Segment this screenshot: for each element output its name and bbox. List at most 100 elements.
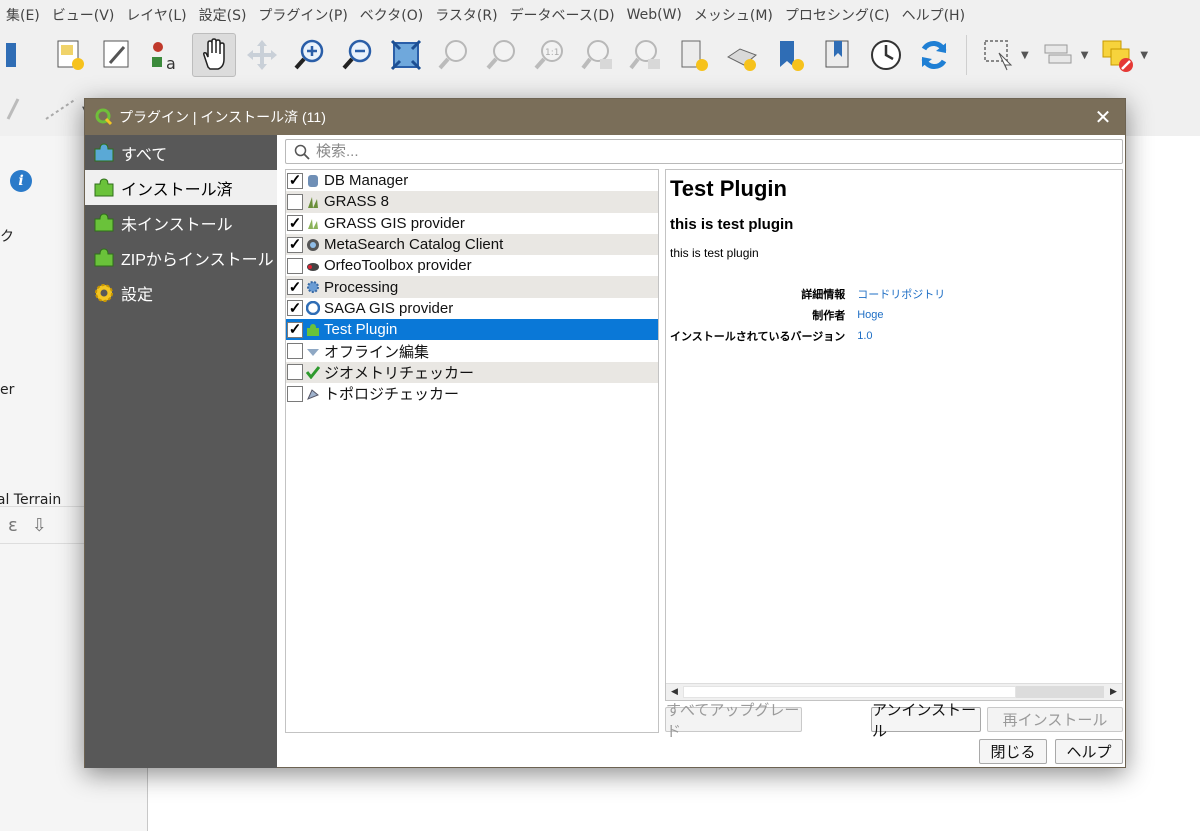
main-menubar: 集(E) ビュー(V) レイヤ(L) 設定(S) プラグイン(P) ベクタ(O) ラスタ(R… [0, 0, 1200, 30]
plugin-list-item[interactable]: ✓ Processing [286, 276, 658, 298]
menu-item[interactable]: 設定(S) [193, 5, 253, 25]
plugin-name: OrfeoToolbox provider [324, 257, 472, 275]
select-features-icon[interactable] [977, 33, 1021, 77]
plugin-list: ✓ DB Manager GRASS 8 ✓ GRASS GIS provider ✓ Me… [285, 169, 659, 733]
upgrade-all-button[interactable]: すべてアップグレード [665, 702, 802, 740]
detail-label: インストールされているバージョン [670, 331, 846, 343]
plugin-category-sidebar: すべてインストール済未インストール ZIPからインストール設定 [85, 135, 277, 768]
plugin-enable-checkbox[interactable] [287, 257, 303, 274]
save-project-icon[interactable] [0, 33, 44, 77]
scrollbar-thumb[interactable] [683, 686, 1016, 698]
text-annotation-icon[interactable]: a [144, 33, 188, 77]
scroll-right-icon[interactable]: ▶ [1105, 684, 1122, 700]
zoom-last-icon[interactable] [576, 33, 620, 77]
menu-item[interactable]: レイヤ(L) [120, 5, 192, 25]
refresh-icon[interactable] [912, 33, 956, 77]
scrollbar-track[interactable] [1016, 686, 1104, 698]
plugin-enable-checkbox[interactable]: ✓ [287, 215, 303, 232]
zoom-next-icon[interactable] [624, 33, 668, 77]
sidebar-item-label: インストール済 [121, 181, 233, 199]
zoom-full-icon[interactable] [384, 33, 428, 77]
help-button[interactable]: ヘルプ [1055, 739, 1123, 764]
plugin-enable-checkbox[interactable]: ✓ [287, 236, 303, 253]
new-bookmark-icon[interactable] [768, 33, 812, 77]
plugin-enable-checkbox[interactable] [287, 385, 303, 402]
temporal-controller-icon[interactable] [864, 33, 908, 77]
new-map-view-icon[interactable] [672, 33, 716, 77]
zoom-to-layer-icon[interactable] [480, 33, 524, 77]
plugin-list-item[interactable]: GRASS 8 [286, 191, 658, 213]
saga-icon [305, 300, 321, 316]
zoom-to-selection-icon[interactable] [432, 33, 476, 77]
menu-item[interactable]: ラスタ(R) [429, 5, 503, 25]
pan-to-selection-icon[interactable] [240, 33, 284, 77]
plugin-enable-checkbox[interactable]: ✓ [287, 172, 303, 189]
zoom-out-icon[interactable] [336, 33, 380, 77]
plugin-enable-checkbox[interactable] [287, 364, 303, 381]
menu-item[interactable]: ベクタ(O) [354, 5, 429, 25]
plugin-enable-checkbox[interactable] [287, 343, 303, 360]
plugins-dialog: プラグイン | インストール済 (11) ✕ すべて インストール済 未インストール… [84, 98, 1126, 768]
plugin-list-item[interactable]: ✓ MetaSearch Catalog Client [286, 233, 658, 256]
menu-item[interactable]: ビュー(V) [46, 5, 121, 25]
chevron-down-icon[interactable]: ▼ [1140, 50, 1148, 61]
plugin-list-item[interactable]: OrfeoToolbox provider [286, 255, 658, 276]
qgis-logo-icon [95, 108, 113, 126]
uninstall-button[interactable]: アンインストール [871, 702, 981, 740]
plugin-enable-checkbox[interactable]: ✓ [287, 300, 303, 317]
sidebar-item[interactable]: 設定 [85, 275, 277, 310]
menu-item[interactable]: 集(E) [0, 5, 46, 25]
topology-checker-icon [305, 386, 321, 402]
attribute-table-icon[interactable] [1037, 33, 1081, 77]
sidebar-item[interactable]: すべて [85, 135, 277, 170]
reinstall-button[interactable]: 再インストール [987, 707, 1123, 732]
sidebar-item[interactable]: インストール済 [85, 170, 277, 205]
close-button[interactable]: 閉じる [979, 739, 1047, 764]
plugin-search-box[interactable] [285, 139, 1123, 164]
plugin-list-item[interactable]: トポロジチェッカー [286, 383, 658, 404]
pan-map-icon[interactable] [192, 33, 236, 77]
search-input[interactable] [316, 143, 1096, 160]
chevron-down-icon[interactable]: ▼ [1081, 50, 1089, 61]
sidebar-item[interactable]: 未インストール [85, 205, 277, 240]
new-print-layout-icon[interactable] [48, 33, 92, 77]
horizontal-scrollbar[interactable]: ◀ ▶ [666, 683, 1122, 700]
digitize-icon[interactable] [4, 93, 34, 123]
plugin-list-item[interactable]: ✓ GRASS GIS provider [286, 213, 658, 234]
zoom-native-icon[interactable]: 1:1 [528, 33, 572, 77]
detail-row-version: インストールされているバージョン 1.0 [670, 326, 951, 347]
sidebar-item[interactable]: ZIPからインストール [85, 240, 277, 275]
menu-item[interactable]: データベース(D) [504, 5, 621, 25]
author-link[interactable]: Hoge [851, 305, 951, 326]
close-icon[interactable]: ✕ [1091, 105, 1115, 129]
plugin-detail-subtitle: this is test plugin [670, 216, 794, 233]
svg-text:a: a [166, 54, 176, 73]
menu-item[interactable]: ヘルプ(H) [896, 5, 971, 25]
plugin-list-item[interactable]: ✓ DB Manager [286, 170, 658, 191]
puzzle-zip-icon [91, 245, 117, 271]
menu-item[interactable]: メッシュ(M) [688, 5, 779, 25]
plugin-enable-checkbox[interactable]: ✓ [287, 279, 303, 296]
move-down-icon[interactable]: ⇩ [32, 515, 47, 536]
plugin-list-item[interactable]: ✓ SAGA GIS provider [286, 298, 658, 319]
orfeo-icon [305, 258, 321, 274]
code-repository-link[interactable]: コードリポジトリ [851, 284, 951, 305]
plugin-enable-checkbox[interactable] [287, 193, 303, 210]
chevron-down-icon[interactable]: ▼ [1021, 50, 1029, 61]
menu-item[interactable]: プロセシング(C) [779, 5, 896, 25]
zoom-in-icon[interactable] [288, 33, 332, 77]
info-icon[interactable]: i [10, 170, 32, 192]
style-manager-icon[interactable] [96, 33, 140, 77]
expression-icon[interactable]: ε [8, 515, 18, 536]
plugin-list-item[interactable]: ジオメトリチェッカー [286, 361, 658, 383]
menu-item[interactable]: Web(W) [621, 7, 688, 23]
deselect-all-icon[interactable] [1096, 33, 1140, 77]
menu-item[interactable]: プラグイン(P) [252, 5, 353, 25]
puzzle-not-installed-icon [91, 210, 117, 236]
plugin-list-item[interactable]: ✓ Test Plugin [286, 319, 658, 341]
sidebar-item-label: 設定 [121, 286, 154, 304]
new-3d-map-view-icon[interactable] [720, 33, 764, 77]
plugin-list-item[interactable]: オフライン編集 [286, 340, 658, 361]
plugin-enable-checkbox[interactable]: ✓ [287, 321, 303, 338]
show-bookmarks-icon[interactable] [816, 33, 860, 77]
